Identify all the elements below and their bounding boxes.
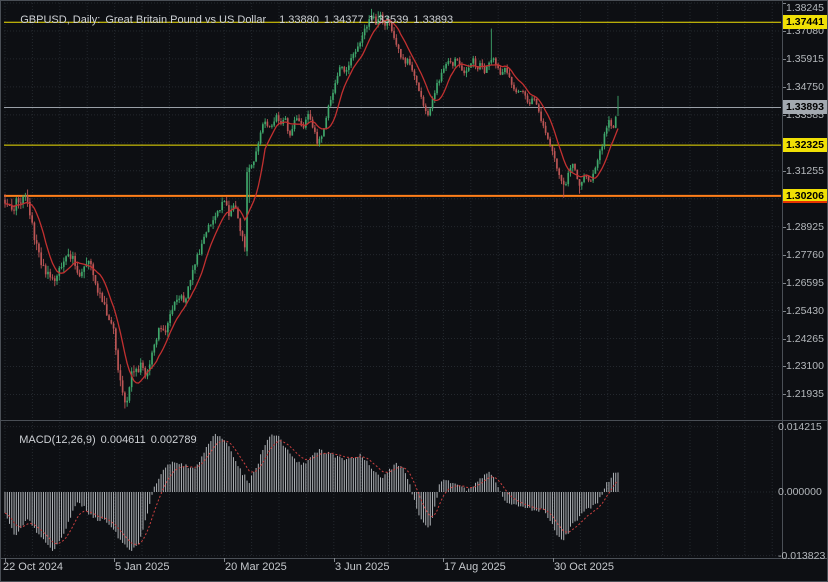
price-tick-mark [783,31,786,32]
ohlc-close: 1.33893 [413,14,453,26]
price-tick-mark [783,3,786,4]
price-tick-mark [783,311,786,312]
macd-signal-value: 0.002789 [151,434,197,446]
price-tick-label: 1.23100 [786,360,824,372]
price-scale[interactable]: 1.382451.370801.359151.347501.335851.312… [783,1,828,558]
ohlc-high: 1.34377 [324,14,364,26]
price-tick-mark [783,339,786,340]
macd-name: MACD(12,26,9) [19,434,95,446]
price-tick-label: 1.34750 [786,81,824,93]
price-chart-canvas[interactable] [1,1,828,582]
ohlc-open: 1.33880 [279,14,319,26]
price-tick-mark [783,87,786,88]
macd-scale-label: 0.014215 [778,421,822,433]
time-axis[interactable]: 22 Oct 2024 5 Jan 2025 20 Mar 2025 3 Jun 20… [1,558,783,582]
price-tick-mark [783,227,786,228]
price-tick-label: 1.26595 [786,277,824,289]
time-axis-label: 17 Aug 2025 [444,561,506,573]
price-tick-label: 1.27760 [786,249,824,261]
macd-scale-label: -0.013823 [778,550,825,562]
price-tick-label: 1.21935 [786,388,824,400]
time-axis-label: 22 Oct 2024 [3,561,63,573]
macd-indicator-label: MACD(12,26,9) 0.004611 0.002789 [7,422,202,458]
price-tick-mark [783,283,786,284]
ohlc-low: 1.33539 [369,14,409,26]
price-tick-label: 1.31255 [786,165,824,177]
macd-main-value: 0.004611 [101,434,146,446]
symbol-period-label: GBPUSD, Daily: [20,14,100,26]
price-tick-label: 1.35915 [786,53,824,65]
price-tick-label: 1.38245 [786,2,824,14]
chart-title-bar: GBPUSD, Daily:Great Britain Pound vs US … [8,2,458,15]
price-badge-1.33893[interactable]: 1.33893 [783,100,828,114]
price-badge-1.37441[interactable]: 1.37441 [783,15,828,29]
price-badge-1.32325[interactable]: 1.32325 [783,138,828,152]
price-tick-mark [783,255,786,256]
price-tick-label: 1.25430 [786,305,824,317]
candlesticks [4,9,619,409]
time-axis-label: 30 Oct 2025 [554,561,614,573]
panel-separator[interactable] [1,420,828,421]
time-axis-label: 3 Jun 2025 [335,561,389,573]
time-axis-label: 20 Mar 2025 [225,561,287,573]
price-badge-1.30206[interactable]: 1.30206 [783,189,828,203]
price-tick-mark [783,59,786,60]
symbol-description: Great Britain Pound vs US Dollar [105,14,266,26]
price-tick-mark [783,171,786,172]
price-tick-label: 1.28925 [786,221,824,233]
time-axis-label: 5 Jan 2025 [115,561,169,573]
horizontal-level-lines[interactable] [4,22,781,196]
price-tick-label: 1.24265 [786,333,824,345]
grid [4,3,781,557]
macd-scale-label: 0.000000 [778,486,822,498]
price-tick-mark [783,394,786,395]
price-tick-mark [783,366,786,367]
chart-window: GBPUSD, Daily: Great Britain Pound vs US … [0,0,828,582]
price-tick-mark [783,115,786,116]
